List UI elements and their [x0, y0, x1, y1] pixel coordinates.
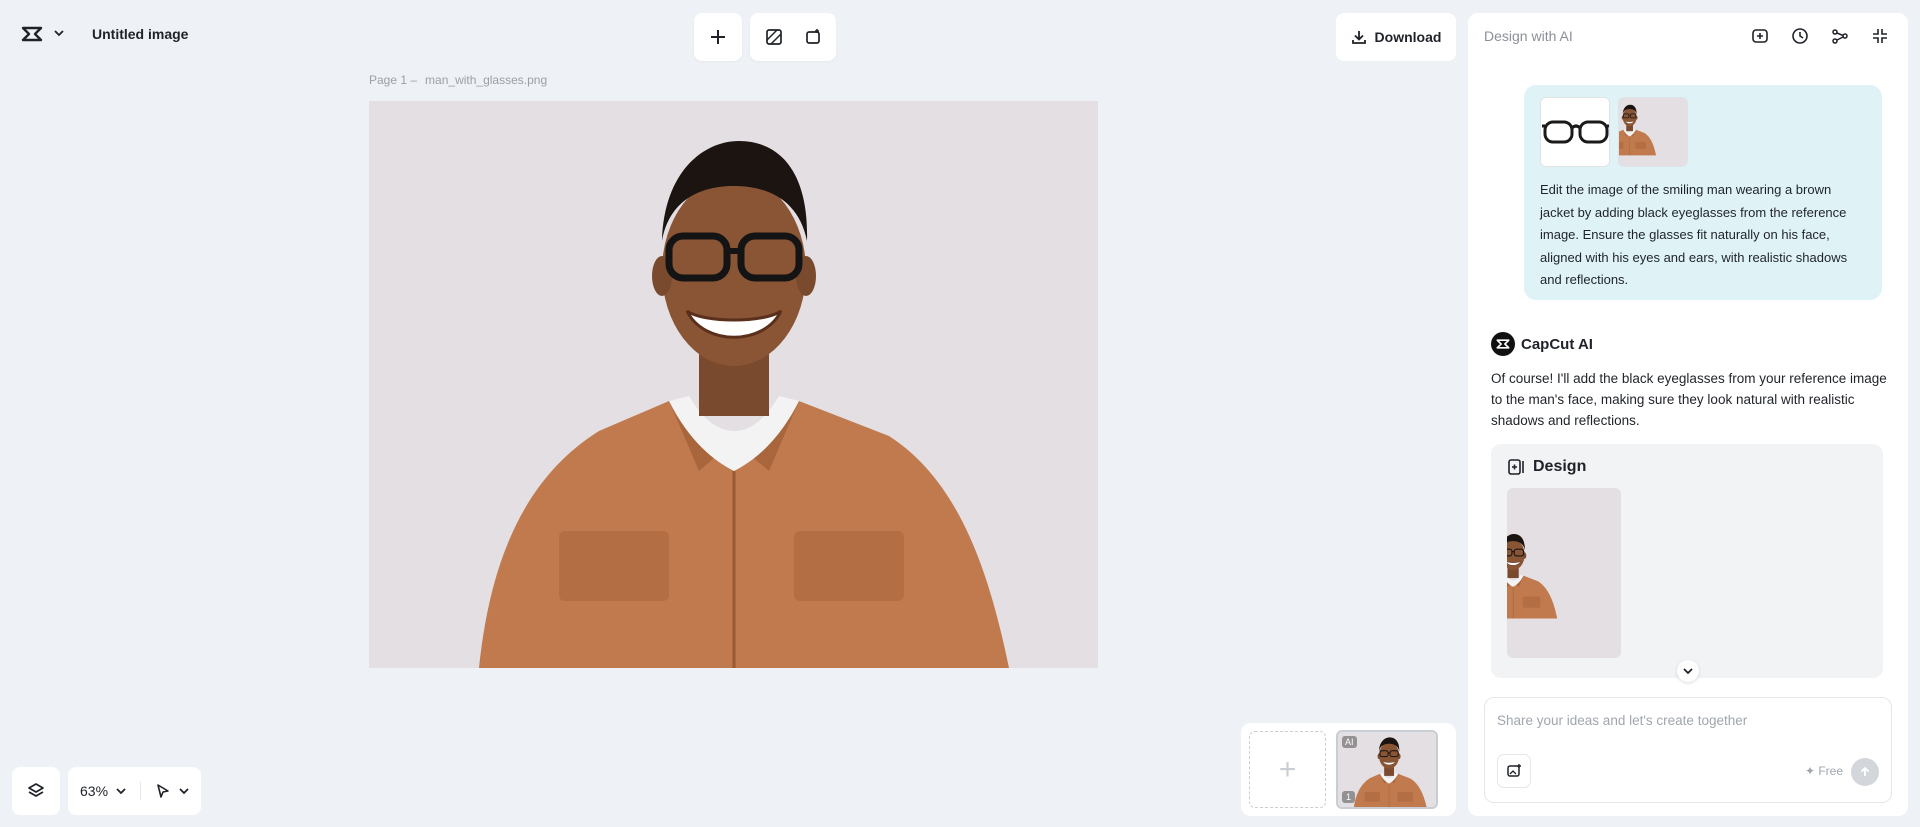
design-title: Design [1533, 458, 1587, 475]
user-message: Edit the image of the smiling man wearin… [1524, 85, 1882, 300]
page-thumbnail[interactable]: AI 1 [1336, 730, 1438, 809]
layers-icon [28, 783, 44, 797]
attach-image-button[interactable] [1497, 754, 1531, 788]
reference-glasses-image[interactable] [1540, 97, 1610, 167]
ai-badge: AI [1342, 736, 1357, 748]
download-button[interactable]: Download [1336, 13, 1456, 61]
file-name: man_with_glasses.png [425, 73, 548, 87]
chevron-down-icon[interactable] [54, 29, 64, 40]
image-upload-icon [1507, 764, 1521, 777]
man-with-glasses-image [369, 101, 1098, 668]
history-icon[interactable] [1788, 24, 1812, 48]
user-prompt-text: Edit the image of the smiling man wearin… [1540, 182, 1848, 287]
background-remove-icon[interactable] [756, 19, 791, 55]
new-chat-icon[interactable] [1748, 24, 1772, 48]
canvas-image[interactable] [369, 101, 1098, 668]
zoom-control: 63% [68, 767, 202, 815]
panel-header: Design with AI [1468, 13, 1908, 59]
capcut-ai-avatar-icon [1491, 332, 1515, 356]
app-header: Untitled image [20, 22, 188, 46]
chevron-down-icon [116, 788, 126, 795]
pages-strip: + AI 1 [1241, 723, 1456, 816]
page-number-badge: 1 [1342, 791, 1356, 803]
bottom-controls: 63% [12, 767, 202, 815]
arrow-up-icon [1860, 766, 1870, 776]
chevron-down-icon [179, 788, 189, 795]
zoom-level[interactable]: 63% [80, 783, 108, 799]
add-button[interactable] [700, 19, 736, 55]
ai-name: CapCut AI [1521, 335, 1593, 353]
add-page-button[interactable]: + [1249, 731, 1326, 808]
reference-man-image[interactable] [1618, 97, 1688, 167]
design-icon [1508, 459, 1524, 475]
send-button[interactable] [1851, 758, 1879, 786]
document-title[interactable]: Untitled image [92, 26, 188, 42]
free-label: ✦ Free [1804, 764, 1843, 778]
panel-title: Design with AI [1484, 28, 1573, 44]
pointer-tool-icon[interactable] [155, 783, 171, 799]
design-ai-panel: Design with AI Edit the image of the smi… [1468, 13, 1908, 816]
add-toolbar [694, 13, 742, 61]
share-icon[interactable] [1828, 24, 1852, 48]
crop-resize-icon[interactable] [795, 19, 830, 55]
design-result-card: Design [1491, 444, 1883, 682]
prompt-input-box: ✦ Free [1484, 697, 1892, 803]
ai-header: CapCut AI [1491, 332, 1593, 356]
page-label: Page 1 – man_with_glasses.png [369, 73, 547, 87]
capcut-logo-icon[interactable] [20, 22, 44, 46]
layers-button[interactable] [12, 767, 60, 815]
download-icon [1351, 31, 1366, 44]
ai-reply-text: Of course! I'll add the black eyeglasses… [1491, 371, 1887, 428]
page-number-label: Page 1 – [369, 73, 418, 87]
scroll-down-button[interactable] [1677, 660, 1699, 682]
download-label: Download [1374, 29, 1442, 45]
collapse-icon[interactable] [1868, 24, 1892, 48]
design-result-thumbnail[interactable] [1507, 488, 1621, 658]
edit-toolbar [750, 13, 836, 61]
prompt-input[interactable] [1497, 713, 1879, 728]
